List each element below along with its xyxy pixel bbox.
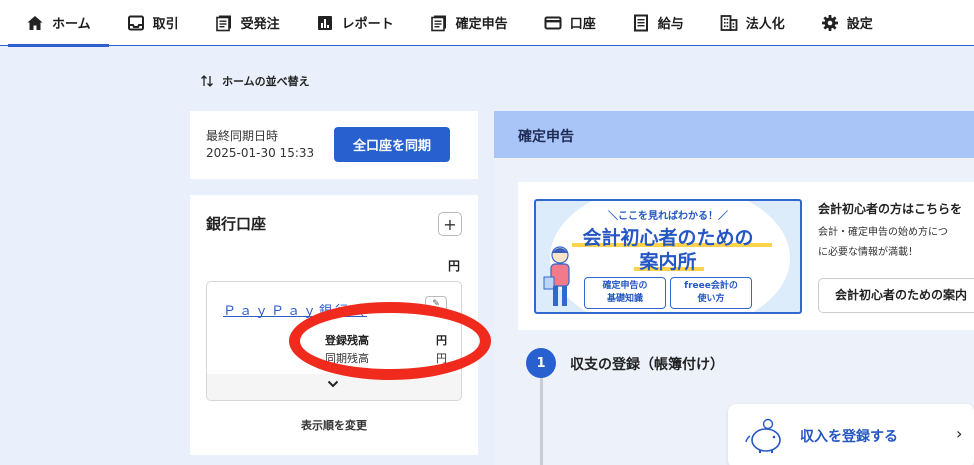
bank-total-unit: 円 — [448, 259, 461, 273]
change-order-link[interactable]: 表示順を変更 — [190, 417, 478, 433]
nav-home[interactable]: ホーム — [8, 0, 109, 47]
description-line: に必要な情報が満載！ — [818, 247, 918, 258]
sync-all-button[interactable]: 全口座を同期 — [334, 127, 450, 162]
synced-balance-unit: 円 — [436, 352, 447, 365]
document-list-icon — [215, 14, 233, 32]
top-nav: ホーム 取引 受発注 レポート 確定申告 口座 給与 法人化 設定 — [0, 0, 974, 47]
chip-text: 基礎知識 — [606, 294, 643, 304]
last-sync-label: 最終同期日時 — [206, 129, 279, 143]
registered-balance-row: 登録残高 円 — [325, 332, 447, 348]
step-title: 収支の登録（帳簿付け） — [570, 357, 724, 373]
nav-orders[interactable]: 受発注 — [197, 0, 298, 46]
chevron-down-icon[interactable] — [327, 378, 339, 392]
account-menu-button[interactable]: ✎ — [425, 296, 447, 314]
home-sort-link[interactable]: ホームの並べ替え — [200, 73, 310, 89]
bank-accounts-title: 銀行口座 — [206, 215, 267, 233]
payslip-icon — [632, 14, 650, 32]
account-item: ＰａｙＰａｙ銀行（ ✎ 登録残高 円 同期残高 円 — [206, 281, 462, 401]
banner-chip-howto: freee会計の 使い方 — [670, 277, 752, 309]
nav-transactions[interactable]: 取引 — [109, 0, 197, 46]
bank-accounts-card: 銀行口座 + 円 ＰａｙＰａｙ銀行（ ✎ 登録残高 円 同期残高 円 表示順を変… — [190, 195, 478, 455]
step-connector-line — [540, 378, 543, 465]
nav-label: 給与 — [657, 17, 684, 32]
synced-balance-label: 同期残高 — [325, 352, 369, 365]
account-name-link[interactable]: ＰａｙＰａｙ銀行（ — [223, 300, 367, 319]
nav-tax-return[interactable]: 確定申告 — [412, 0, 526, 46]
beginner-guide-banner[interactable]: ＼ここを見ればわかる！／ 会計初心者のための 案内所 確定申告の 基礎知識 fr… — [534, 199, 802, 314]
plus-icon: + — [443, 214, 457, 234]
inbox-icon — [127, 14, 145, 32]
tax-return-title: 確定申告 — [518, 129, 574, 145]
pencil-icon: ✎ — [432, 299, 440, 309]
document-list-icon — [430, 14, 448, 32]
register-income-label: 収入を登録する — [800, 429, 898, 445]
beginner-guide-heading: 会計初心者の方はこちらを — [818, 202, 963, 216]
chip-text: freee会計の — [684, 281, 738, 291]
nav-payroll[interactable]: 給与 — [614, 0, 702, 46]
sync-card: 最終同期日時 2025-01-30 15:33 全口座を同期 — [190, 111, 478, 179]
chip-text: 確定申告の — [602, 281, 648, 291]
register-income-button[interactable]: 収入を登録する › — [728, 404, 974, 465]
nav-label: 口座 — [569, 17, 596, 32]
add-bank-account-button[interactable]: + — [438, 212, 462, 236]
registered-balance-unit: 円 — [436, 334, 447, 347]
bar-chart-icon — [316, 14, 334, 32]
beginner-guide-card: ＼ここを見ればわかる！／ 会計初心者のための 案内所 確定申告の 基礎知識 fr… — [518, 182, 974, 330]
beginner-guide-description: 会計・確定申告の始め方につ に必要な情報が満載！ — [818, 223, 948, 263]
banner-chip-basics: 確定申告の 基礎知識 — [584, 277, 666, 309]
tax-return-header: 確定申告 — [494, 111, 974, 158]
home-icon — [26, 14, 44, 32]
beginner-guide-button[interactable]: 会計初心者のための案内 — [818, 278, 974, 313]
nav-reports[interactable]: レポート — [298, 0, 412, 46]
sort-arrows-icon — [200, 74, 214, 88]
nav-incorporation[interactable]: 法人化 — [702, 0, 803, 46]
registered-balance-label: 登録残高 — [325, 334, 369, 347]
nav-settings[interactable]: 設定 — [803, 0, 891, 46]
card-icon — [544, 14, 562, 32]
nav-label: 受発注 — [240, 17, 280, 32]
banner-tagline: ＼ここを見ればわかる！／ — [608, 211, 728, 222]
sort-label: ホームの並べ替え — [222, 75, 310, 88]
nav-label: ホーム — [52, 17, 91, 32]
gear-icon — [821, 14, 839, 32]
nav-accounts[interactable]: 口座 — [526, 0, 614, 46]
nav-label: 設定 — [846, 17, 873, 32]
step-number-badge: 1 — [526, 348, 556, 378]
chevron-right-icon: › — [956, 424, 963, 443]
building-icon — [720, 14, 738, 32]
synced-balance-row: 同期残高 円 — [325, 350, 447, 366]
nav-label: 取引 — [152, 17, 179, 32]
nav-label: レポート — [341, 17, 394, 32]
description-line: 会計・確定申告の始め方につ — [818, 227, 948, 238]
person-illustration — [543, 246, 570, 306]
piggy-bank-icon — [745, 418, 781, 453]
chip-text: 使い方 — [697, 294, 725, 304]
nav-label: 法人化 — [745, 17, 785, 32]
nav-label: 確定申告 — [455, 17, 508, 32]
last-sync-datetime: 2025-01-30 15:33 — [206, 146, 315, 160]
